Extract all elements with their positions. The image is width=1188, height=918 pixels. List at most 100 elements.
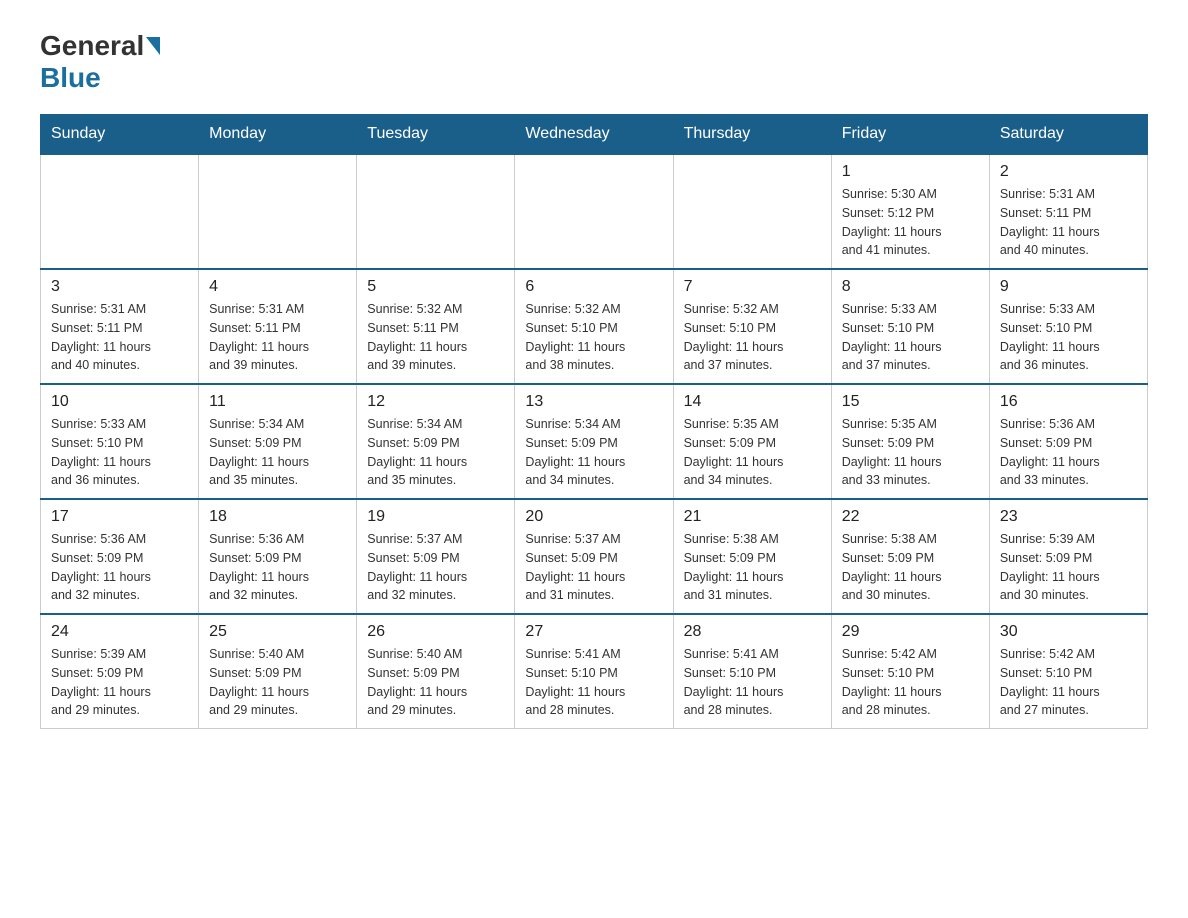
day-info: Sunrise: 5:42 AMSunset: 5:10 PMDaylight:… [842,645,979,720]
day-info: Sunrise: 5:38 AMSunset: 5:09 PMDaylight:… [684,530,821,605]
day-info: Sunrise: 5:35 AMSunset: 5:09 PMDaylight:… [842,415,979,490]
weekday-header-saturday: Saturday [989,115,1147,155]
calendar-cell: 15 Sunrise: 5:35 AMSunset: 5:09 PMDayligh… [831,384,989,499]
calendar-cell: 8 Sunrise: 5:33 AMSunset: 5:10 PMDaylight… [831,269,989,384]
calendar-week-row: 24Sunrise: 5:39 AMSunset: 5:09 PMDayligh… [41,614,1148,729]
day-info: Sunrise: 5:34 AMSunset: 5:09 PMDaylight:… [525,415,662,490]
day-info: Sunrise: 5:31 AMSunset: 5:11 PMDaylight:… [209,300,346,375]
day-number: 18 [209,508,346,526]
calendar-cell: 4 Sunrise: 5:31 AMSunset: 5:11 PMDaylight… [199,269,357,384]
day-info: Sunrise: 5:30 AMSunset: 5:12 PMDaylight:… [842,185,979,260]
day-number: 30 [1000,623,1137,641]
calendar-cell: 26 Sunrise: 5:40 AMSunset: 5:09 PMDayligh… [357,614,515,729]
logo-general-text: General [40,30,144,62]
day-info: Sunrise: 5:36 AMSunset: 5:09 PMDaylight:… [51,530,188,605]
calendar-cell [673,154,831,269]
day-number: 2 [1000,163,1137,181]
calendar-cell: 29 Sunrise: 5:42 AMSunset: 5:10 PMDayligh… [831,614,989,729]
day-info: Sunrise: 5:32 AMSunset: 5:10 PMDaylight:… [684,300,821,375]
day-info: Sunrise: 5:33 AMSunset: 5:10 PMDaylight:… [1000,300,1137,375]
day-number: 22 [842,508,979,526]
day-info: Sunrise: 5:34 AMSunset: 5:09 PMDaylight:… [367,415,504,490]
weekday-header-sunday: Sunday [41,115,199,155]
day-number: 10 [51,393,188,411]
day-info: Sunrise: 5:37 AMSunset: 5:09 PMDaylight:… [525,530,662,605]
calendar-cell: 13 Sunrise: 5:34 AMSunset: 5:09 PMDayligh… [515,384,673,499]
day-info: Sunrise: 5:39 AMSunset: 5:09 PMDaylight:… [51,645,188,720]
day-number: 7 [684,278,821,296]
day-info: Sunrise: 5:31 AMSunset: 5:11 PMDaylight:… [1000,185,1137,260]
day-info: Sunrise: 5:42 AMSunset: 5:10 PMDaylight:… [1000,645,1137,720]
calendar-cell: 22 Sunrise: 5:38 AMSunset: 5:09 PMDayligh… [831,499,989,614]
day-number: 13 [525,393,662,411]
day-info: Sunrise: 5:36 AMSunset: 5:09 PMDaylight:… [1000,415,1137,490]
day-info: Sunrise: 5:31 AMSunset: 5:11 PMDaylight:… [51,300,188,375]
calendar-cell: 18Sunrise: 5:36 AMSunset: 5:09 PMDayligh… [199,499,357,614]
day-info: Sunrise: 5:32 AMSunset: 5:10 PMDaylight:… [525,300,662,375]
day-info: Sunrise: 5:33 AMSunset: 5:10 PMDaylight:… [842,300,979,375]
calendar-cell: 16Sunrise: 5:36 AMSunset: 5:09 PMDayligh… [989,384,1147,499]
day-number: 15 [842,393,979,411]
calendar-cell: 14 Sunrise: 5:35 AMSunset: 5:09 PMDayligh… [673,384,831,499]
day-info: Sunrise: 5:35 AMSunset: 5:09 PMDaylight:… [684,415,821,490]
day-number: 4 [209,278,346,296]
day-number: 25 [209,623,346,641]
day-number: 21 [684,508,821,526]
calendar-cell: 24Sunrise: 5:39 AMSunset: 5:09 PMDayligh… [41,614,199,729]
calendar-week-row: 3 Sunrise: 5:31 AMSunset: 5:11 PMDaylight… [41,269,1148,384]
day-info: Sunrise: 5:34 AMSunset: 5:09 PMDaylight:… [209,415,346,490]
weekday-header-wednesday: Wednesday [515,115,673,155]
day-number: 28 [684,623,821,641]
weekday-header-friday: Friday [831,115,989,155]
calendar-cell: 28 Sunrise: 5:41 AMSunset: 5:10 PMDayligh… [673,614,831,729]
calendar-cell: 21 Sunrise: 5:38 AMSunset: 5:09 PMDayligh… [673,499,831,614]
calendar-cell: 11 Sunrise: 5:34 AMSunset: 5:09 PMDayligh… [199,384,357,499]
calendar-cell: 2 Sunrise: 5:31 AMSunset: 5:11 PMDaylight… [989,154,1147,269]
day-info: Sunrise: 5:40 AMSunset: 5:09 PMDaylight:… [209,645,346,720]
day-number: 27 [525,623,662,641]
calendar-cell [357,154,515,269]
calendar-cell: 6 Sunrise: 5:32 AMSunset: 5:10 PMDaylight… [515,269,673,384]
calendar-cell [199,154,357,269]
day-number: 1 [842,163,979,181]
calendar-cell: 12 Sunrise: 5:34 AMSunset: 5:09 PMDayligh… [357,384,515,499]
calendar-cell: 27Sunrise: 5:41 AMSunset: 5:10 PMDayligh… [515,614,673,729]
calendar-table: SundayMondayTuesdayWednesdayThursdayFrid… [40,114,1148,729]
weekday-header-row: SundayMondayTuesdayWednesdayThursdayFrid… [41,115,1148,155]
day-number: 29 [842,623,979,641]
day-number: 8 [842,278,979,296]
calendar-cell [41,154,199,269]
calendar-cell: 1 Sunrise: 5:30 AMSunset: 5:12 PMDaylight… [831,154,989,269]
calendar-week-row: 1 Sunrise: 5:30 AMSunset: 5:12 PMDaylight… [41,154,1148,269]
calendar-cell: 20Sunrise: 5:37 AMSunset: 5:09 PMDayligh… [515,499,673,614]
page-header: General Blue [40,30,1148,94]
calendar-cell: 23 Sunrise: 5:39 AMSunset: 5:09 PMDayligh… [989,499,1147,614]
day-info: Sunrise: 5:38 AMSunset: 5:09 PMDaylight:… [842,530,979,605]
day-number: 3 [51,278,188,296]
day-info: Sunrise: 5:40 AMSunset: 5:09 PMDaylight:… [367,645,504,720]
calendar-cell: 19Sunrise: 5:37 AMSunset: 5:09 PMDayligh… [357,499,515,614]
day-info: Sunrise: 5:39 AMSunset: 5:09 PMDaylight:… [1000,530,1137,605]
calendar-week-row: 10 Sunrise: 5:33 AMSunset: 5:10 PMDayligh… [41,384,1148,499]
calendar-cell: 17Sunrise: 5:36 AMSunset: 5:09 PMDayligh… [41,499,199,614]
day-number: 9 [1000,278,1137,296]
weekday-header-monday: Monday [199,115,357,155]
day-info: Sunrise: 5:33 AMSunset: 5:10 PMDaylight:… [51,415,188,490]
day-number: 11 [209,393,346,411]
weekday-header-tuesday: Tuesday [357,115,515,155]
day-info: Sunrise: 5:32 AMSunset: 5:11 PMDaylight:… [367,300,504,375]
weekday-header-thursday: Thursday [673,115,831,155]
day-number: 23 [1000,508,1137,526]
logo-triangle-icon [146,37,160,55]
calendar-cell: 7 Sunrise: 5:32 AMSunset: 5:10 PMDaylight… [673,269,831,384]
calendar-cell: 25 Sunrise: 5:40 AMSunset: 5:09 PMDayligh… [199,614,357,729]
day-number: 26 [367,623,504,641]
calendar-cell [515,154,673,269]
day-number: 6 [525,278,662,296]
calendar-cell: 9 Sunrise: 5:33 AMSunset: 5:10 PMDaylight… [989,269,1147,384]
calendar-cell: 10 Sunrise: 5:33 AMSunset: 5:10 PMDayligh… [41,384,199,499]
day-number: 12 [367,393,504,411]
day-number: 5 [367,278,504,296]
day-info: Sunrise: 5:41 AMSunset: 5:10 PMDaylight:… [684,645,821,720]
day-number: 14 [684,393,821,411]
